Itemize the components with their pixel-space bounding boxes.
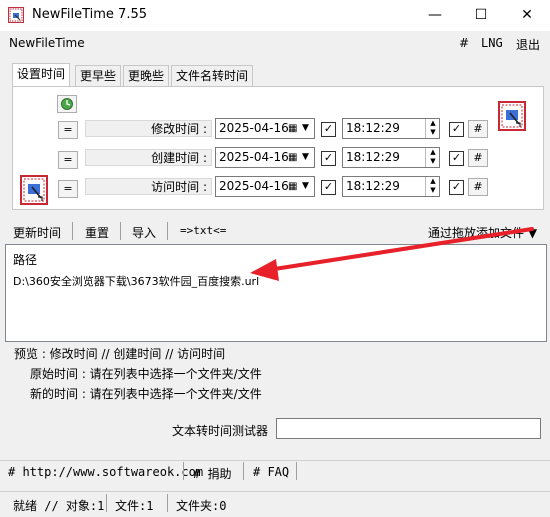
txt-export-button[interactable]: =>txt<=	[180, 224, 226, 237]
footer-separator	[243, 462, 244, 480]
reset-button[interactable]: 重置	[85, 224, 109, 241]
date-picker-accessed[interactable]: 2025-04-16 ▦ ▼	[215, 176, 315, 197]
status-separator	[106, 494, 107, 512]
calendar-icon[interactable]: ▦	[288, 119, 297, 138]
file-list[interactable]: 路径 D:\360安全浏览器下载\3673软件园_百度搜索.url	[5, 244, 547, 342]
window-title: NewFileTime 7.55	[32, 7, 148, 22]
close-icon: ✕	[521, 7, 533, 23]
calendar-icon[interactable]: ▦	[288, 148, 297, 167]
time-value: 18:12:29	[346, 121, 400, 135]
preview-original-time: 原始时间 : 请在列表中选择一个文件夹/文件	[30, 367, 262, 381]
date-picker-modified[interactable]: 2025-04-16 ▦ ▼	[215, 118, 315, 139]
label-created-time: 创建时间 :	[85, 149, 212, 166]
checkbox-created-time[interactable]: ✓	[449, 151, 464, 166]
label-accessed-time: 访问时间 :	[85, 178, 212, 195]
text-to-time-tester-input[interactable]	[276, 418, 541, 439]
refresh-time-icon[interactable]	[57, 95, 77, 113]
menu-language[interactable]: LNG	[481, 36, 503, 50]
list-item[interactable]: D:\360安全浏览器下载\3673软件园_百度搜索.url	[13, 273, 259, 289]
maximize-icon: ☐	[474, 7, 488, 23]
file-time-logo-icon-left[interactable]	[20, 175, 48, 205]
donate-link[interactable]: # 捐助	[193, 465, 231, 482]
time-field-modified[interactable]: 18:12:29 ▲ ▼	[342, 118, 440, 139]
footer-separator	[296, 462, 297, 480]
checkbox-created-date[interactable]: ✓	[321, 151, 336, 166]
equal-button-modified[interactable]: =	[58, 121, 78, 139]
menu-app-name[interactable]: NewFileTime	[9, 36, 85, 50]
status-files: 文件:1	[115, 499, 154, 513]
time-field-accessed[interactable]: 18:12:29 ▲ ▼	[342, 176, 440, 197]
drag-add-files-dropdown[interactable]: 通过拖放添加文件 ▼	[428, 224, 537, 241]
date-value: 2025-04-16	[219, 150, 289, 164]
tab-filename-to-time[interactable]: 文件名转时间	[171, 65, 254, 86]
label-modified-time: 修改时间 :	[85, 120, 212, 137]
hash-button-accessed[interactable]: #	[468, 178, 488, 196]
checkbox-accessed-time[interactable]: ✓	[449, 180, 464, 195]
status-ready: 就绪 // 对象:1	[13, 499, 105, 513]
toolbar-separator	[167, 222, 168, 240]
equal-button-accessed[interactable]: =	[58, 180, 78, 198]
status-folders: 文件夹:0	[176, 499, 227, 513]
menu-hash[interactable]: #	[459, 36, 469, 50]
spinner-icon[interactable]: ▲ ▼	[425, 119, 440, 138]
chevron-down-icon[interactable]: ▼	[302, 119, 309, 138]
equal-button-created[interactable]: =	[58, 151, 78, 169]
website-link[interactable]: # http://www.softwareok.com	[8, 465, 203, 479]
tab-later[interactable]: 更晚些	[123, 65, 170, 86]
checkbox-accessed-date[interactable]: ✓	[321, 180, 336, 195]
toolbar-separator	[72, 222, 73, 240]
list-header-path[interactable]: 路径	[13, 251, 37, 268]
file-time-logo-icon[interactable]	[498, 101, 526, 131]
date-value: 2025-04-16	[219, 179, 289, 193]
time-value: 18:12:29	[346, 179, 400, 193]
faq-link[interactable]: # FAQ	[253, 465, 289, 479]
checkbox-modified-date[interactable]: ✓	[321, 122, 336, 137]
maximize-button[interactable]: ☐	[458, 0, 504, 31]
hash-button-modified[interactable]: #	[468, 120, 488, 138]
text-to-time-tester-label: 文本转时间测试器	[172, 424, 269, 438]
tab-set-time[interactable]: 设置时间	[12, 63, 71, 86]
hash-button-created[interactable]: #	[468, 149, 488, 167]
time-field-created[interactable]: 18:12:29 ▲ ▼	[342, 147, 440, 168]
menu-exit[interactable]: 退出	[516, 36, 540, 53]
time-value: 18:12:29	[346, 150, 400, 164]
tab-earlier[interactable]: 更早些	[75, 65, 122, 86]
preview-new-time: 新的时间 : 请在列表中选择一个文件夹/文件	[30, 387, 262, 401]
chevron-down-icon[interactable]: ▼	[302, 177, 309, 196]
preview-heading: 预览 : 修改时间 // 创建时间 // 访问时间	[14, 347, 226, 361]
chevron-down-icon[interactable]: ▼	[302, 148, 309, 167]
checkbox-modified-time[interactable]: ✓	[449, 122, 464, 137]
footer-separator	[183, 462, 184, 480]
minimize-icon: —	[428, 7, 442, 23]
spinner-icon[interactable]: ▲ ▼	[425, 148, 440, 167]
close-button[interactable]: ✕	[504, 0, 550, 31]
date-picker-created[interactable]: 2025-04-16 ▦ ▼	[215, 147, 315, 168]
import-button[interactable]: 导入	[132, 224, 156, 241]
app-icon	[8, 7, 24, 23]
minimize-button[interactable]: —	[412, 0, 458, 31]
status-separator	[167, 494, 168, 512]
update-time-button[interactable]: 更新时间	[13, 224, 61, 241]
date-value: 2025-04-16	[219, 121, 289, 135]
spinner-icon[interactable]: ▲ ▼	[425, 177, 440, 196]
toolbar-separator	[120, 222, 121, 240]
calendar-icon[interactable]: ▦	[288, 177, 297, 196]
